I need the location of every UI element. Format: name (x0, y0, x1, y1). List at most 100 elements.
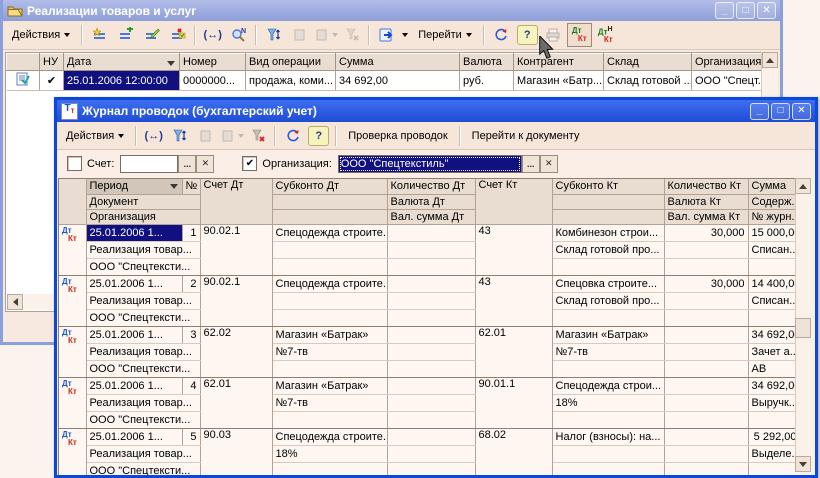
cell-credit-account[interactable]: 90.01.1 (475, 377, 552, 428)
sales-vscroll-up-button[interactable] (762, 52, 778, 68)
cell-currency[interactable]: руб. (460, 71, 514, 91)
cell-credit-subconto1[interactable]: Спецодежда строи... (552, 377, 664, 394)
maximize-button[interactable]: □ (771, 103, 790, 120)
minimize-button[interactable]: _ (750, 103, 769, 120)
cell-credit-subconto1[interactable]: Комбинезон строи... (552, 224, 664, 241)
cell-journal-num[interactable] (748, 411, 800, 428)
col-amount[interactable]: Сумма (748, 179, 800, 194)
cell-debit-account[interactable]: 90.03 (200, 428, 272, 475)
col-organization[interactable]: Организация (86, 209, 200, 224)
cell-credit-subconto2[interactable]: Склад готовой про... (552, 241, 664, 258)
cell-num[interactable]: 2 (182, 275, 200, 292)
col-debit-cur-amount[interactable]: Вал. сумма Дт (387, 209, 475, 224)
journal-vscroll-up-button[interactable] (795, 178, 811, 194)
cell-credit-account[interactable]: 43 (475, 275, 552, 326)
posting-row-line3[interactable]: ООО "Спецтексти... (59, 309, 800, 326)
clear-filter-button[interactable] (339, 23, 364, 47)
add-button[interactable] (87, 23, 112, 47)
marker-column-header[interactable] (59, 179, 86, 224)
col-counterparty[interactable]: Контрагент (514, 54, 604, 71)
cell-period[interactable]: 25.01.2006 1... (86, 428, 182, 445)
cell-num[interactable]: 3 (182, 326, 200, 343)
cell-amount[interactable]: 15 000,00 (748, 224, 800, 241)
cell-debit-subconto2[interactable] (272, 292, 387, 309)
col-period[interactable]: Период (86, 179, 182, 194)
col-nu[interactable]: НУ (40, 54, 64, 71)
posting-row-line2[interactable]: Реализация товар... №7-тв 18% Выручк... (59, 394, 800, 411)
cell-credit-subconto1[interactable]: Налог (взносы): на... (552, 428, 664, 445)
org-filter-checkbox[interactable]: ✔ (242, 156, 257, 171)
cell-journal-num[interactable] (748, 258, 800, 275)
cell-document[interactable]: Реализация товар... (86, 292, 200, 309)
org-choose-button[interactable]: ... (522, 155, 540, 173)
cell-warehouse[interactable]: Склад готовой ... (604, 71, 692, 91)
sales-table-row[interactable]: ✔ 25.01.2006 12:00:00 0000000... продажа… (7, 71, 764, 91)
clear-filter-button[interactable] (245, 124, 270, 148)
show-postings-button[interactable]: ДтКт (567, 23, 592, 47)
posting-row-line3[interactable]: ООО "Спецтексти... (59, 411, 800, 428)
cell-amount[interactable]: 34 692,00 (748, 326, 800, 343)
cell-content[interactable]: Списан... (748, 241, 800, 258)
cell-debit-subconto1[interactable]: Спецодежда строите... (272, 275, 387, 292)
refresh-button[interactable] (489, 23, 514, 47)
output-list-button[interactable] (374, 23, 399, 47)
col-document[interactable]: Документ (86, 194, 200, 209)
cell-credit-qty[interactable] (664, 377, 748, 394)
journal-vscroll-thumb[interactable] (795, 318, 811, 338)
col-amount[interactable]: Сумма (336, 54, 460, 71)
cell-document[interactable]: Реализация товар... (86, 241, 200, 258)
filter-history-button[interactable] (313, 23, 338, 47)
cell-journal-num[interactable]: АВ (748, 360, 800, 377)
cell-debit-subconto1[interactable]: Магазин «Батрак» (272, 326, 387, 343)
journal-vscroll-track[interactable] (795, 178, 812, 472)
cell-amount[interactable]: 34 692,00 (336, 71, 460, 91)
col-credit-qty[interactable]: Количество Кт (664, 179, 748, 194)
col-debit-currency[interactable]: Валюта Дт (387, 194, 475, 209)
cell-document[interactable]: Реализация товар... (86, 445, 200, 462)
cell-content[interactable]: Выделе... (748, 445, 800, 462)
cell-organization[interactable]: ООО "Спецтексти... (86, 258, 200, 275)
cell-credit-subconto1[interactable]: Спецовка строите... (552, 275, 664, 292)
cell-debit-subconto1[interactable]: Спецодежда строите... (272, 428, 387, 445)
cell-credit-account[interactable]: 68.02 (475, 428, 552, 475)
col-warehouse[interactable]: Склад (604, 54, 692, 71)
posting-row-line2[interactable]: Реализация товар... 18% Выделе... (59, 445, 800, 462)
col-credit-currency[interactable]: Валюта Кт (664, 194, 748, 209)
find-by-number-button[interactable]: N (226, 23, 251, 47)
cell-credit-account[interactable]: 62.01 (475, 326, 552, 377)
journal-vscroll-down-button[interactable] (795, 456, 811, 472)
cell-debit-subconto2[interactable]: 18% (272, 445, 387, 462)
col-debit-subconto[interactable]: Субконто Дт (272, 179, 387, 194)
cell-num[interactable]: 1 (182, 224, 200, 241)
help-button[interactable]: ? (515, 23, 540, 47)
cell-organization[interactable]: ООО "Спецт... (692, 71, 764, 91)
cell-debit-subconto2[interactable]: №7-тв (272, 394, 387, 411)
account-clear-button[interactable]: ✕ (196, 155, 214, 173)
col-credit-account[interactable]: Счет Кт (475, 179, 552, 224)
posting-row[interactable]: ДтКт 25.01.2006 1... 3 62.02 Магазин «Ба… (59, 326, 800, 343)
cell-period[interactable]: 25.01.2006 1... (86, 326, 182, 343)
fit-columns-button[interactable]: (↔) (141, 124, 166, 148)
posting-row[interactable]: ДтКт 25.01.2006 1... 4 62.01 Магазин «Ба… (59, 377, 800, 394)
actions-menu-button[interactable]: Действия (5, 25, 77, 45)
cell-organization[interactable]: ООО "Спецтексти... (86, 462, 200, 475)
filter-by-value-button[interactable] (287, 23, 312, 47)
cell-credit-qty[interactable] (664, 428, 748, 445)
check-postings-button[interactable]: Проверка проводок (341, 126, 454, 146)
cell-debit-subconto2[interactable]: №7-тв (272, 343, 387, 360)
cell-debit-account[interactable]: 90.02.1 (200, 224, 272, 275)
cell-organization[interactable]: ООО "Спецтексти... (86, 360, 200, 377)
cell-debit-account[interactable]: 62.01 (200, 377, 272, 428)
cell-date[interactable]: 25.01.2006 12:00:00 (64, 71, 180, 91)
posting-row[interactable]: ДтКт 25.01.2006 1... 1 90.02.1 Спецодежд… (59, 224, 800, 241)
org-clear-button[interactable]: ✕ (540, 155, 558, 173)
filter-by-value-button[interactable] (193, 124, 218, 148)
cell-credit-subconto2[interactable] (552, 445, 664, 462)
cell-document[interactable]: Реализация товар... (86, 394, 200, 411)
cell-debit-subconto2[interactable] (272, 241, 387, 258)
posting-row[interactable]: ДтКт 25.01.2006 1... 2 90.02.1 Спецодежд… (59, 275, 800, 292)
posting-row-line2[interactable]: Реализация товар... Склад готовой про...… (59, 241, 800, 258)
minimize-button[interactable]: _ (715, 2, 734, 19)
cell-amount[interactable]: 5 292,00 (748, 428, 800, 445)
refresh-button[interactable] (280, 124, 305, 148)
